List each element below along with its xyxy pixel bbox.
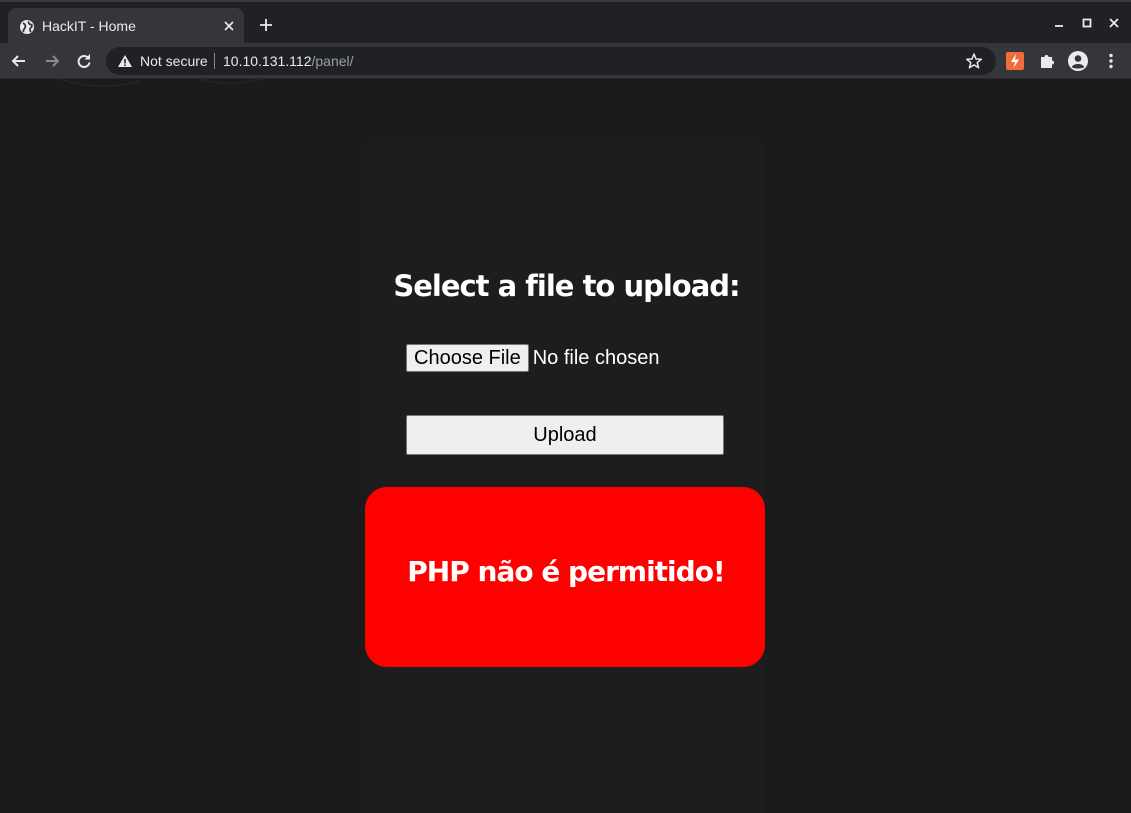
error-banner: PHP não é permitido! <box>365 487 765 667</box>
url-host: 10.10.131.112 <box>223 53 312 69</box>
background-decoration <box>59 79 261 87</box>
account-icon[interactable] <box>1068 51 1088 71</box>
upload-heading: Select a file to upload: <box>0 269 1131 303</box>
browser-toolbar: Not secure 10.10.131.112/panel/ <box>0 43 1131 79</box>
page-content: Select a file to upload: Choose File No f… <box>0 79 1131 813</box>
puzzle-icon[interactable] <box>1037 51 1057 71</box>
security-label[interactable]: Not secure <box>140 53 208 69</box>
upload-panel <box>366 136 765 813</box>
browser-window: HackIT - Home Not secure 10.10.131.112/p… <box>0 0 1131 813</box>
lightning-extension-icon[interactable] <box>1005 51 1025 71</box>
star-icon[interactable] <box>965 52 983 70</box>
file-input[interactable]: Choose File No file chosen <box>406 344 659 373</box>
tab-hackit-home[interactable]: HackIT - Home <box>8 8 244 45</box>
tab-strip: HackIT - Home <box>0 0 1131 45</box>
warning-icon[interactable] <box>117 54 133 68</box>
omnibox-separator <box>214 53 215 69</box>
arrow-left-icon[interactable] <box>9 51 29 71</box>
url-text[interactable]: 10.10.131.112/panel/ <box>223 53 354 69</box>
reload-icon[interactable] <box>74 51 94 71</box>
address-bar[interactable]: Not secure 10.10.131.112/panel/ <box>106 47 996 75</box>
globe-icon <box>20 20 34 34</box>
minimize-icon[interactable] <box>1052 16 1066 30</box>
upload-button[interactable]: Upload <box>406 415 724 455</box>
arrow-right-icon[interactable] <box>42 51 62 71</box>
page-title: Select a file to upload: <box>393 269 740 303</box>
tab-title: HackIT - Home <box>42 18 136 34</box>
maximize-icon[interactable] <box>1080 16 1094 30</box>
file-status: No file chosen <box>532 347 660 369</box>
close-icon[interactable] <box>221 18 237 34</box>
menu-dots-icon[interactable] <box>1101 51 1121 71</box>
url-path: /panel/ <box>311 53 354 69</box>
window-close-icon[interactable] <box>1107 16 1121 30</box>
error-message: PHP não é permitido! <box>407 555 725 588</box>
choose-file-button[interactable]: Choose File <box>406 344 529 372</box>
plus-icon[interactable] <box>258 17 274 33</box>
